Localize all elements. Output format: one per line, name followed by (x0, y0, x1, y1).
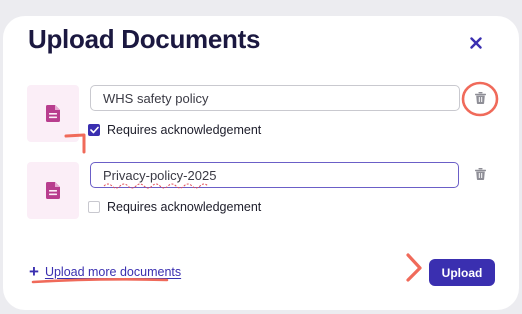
requires-acknowledgement-checkbox[interactable]: Requires acknowledgement (88, 123, 261, 137)
document-thumbnail (27, 162, 79, 219)
checkbox[interactable] (88, 201, 100, 213)
delete-document-button[interactable] (470, 164, 490, 184)
requires-acknowledgement-checkbox[interactable]: Requires acknowledgement (88, 200, 261, 214)
document-name-input[interactable] (90, 85, 460, 111)
plus-icon: + (29, 262, 39, 281)
upload-more-documents-link[interactable]: + Upload more documents (29, 263, 181, 280)
check-icon (89, 126, 99, 134)
document-name-input[interactable] (90, 162, 459, 188)
document-icon (46, 182, 60, 199)
upload-more-label: Upload more documents (44, 264, 182, 279)
checkbox[interactable] (88, 124, 100, 136)
close-button[interactable] (465, 32, 487, 54)
dialog-title: Upload Documents (28, 24, 261, 54)
checkbox-label: Requires acknowledgement (107, 123, 262, 137)
upload-documents-dialog: Upload Documents Requires acknowle (3, 16, 519, 310)
document-icon (46, 105, 60, 122)
trash-icon (474, 92, 486, 104)
close-icon (470, 37, 482, 49)
document-thumbnail (27, 85, 79, 142)
checkbox-label: Requires acknowledgement (107, 200, 262, 214)
upload-button[interactable]: Upload (429, 259, 495, 286)
delete-document-button[interactable] (470, 88, 490, 108)
trash-icon (474, 168, 486, 180)
